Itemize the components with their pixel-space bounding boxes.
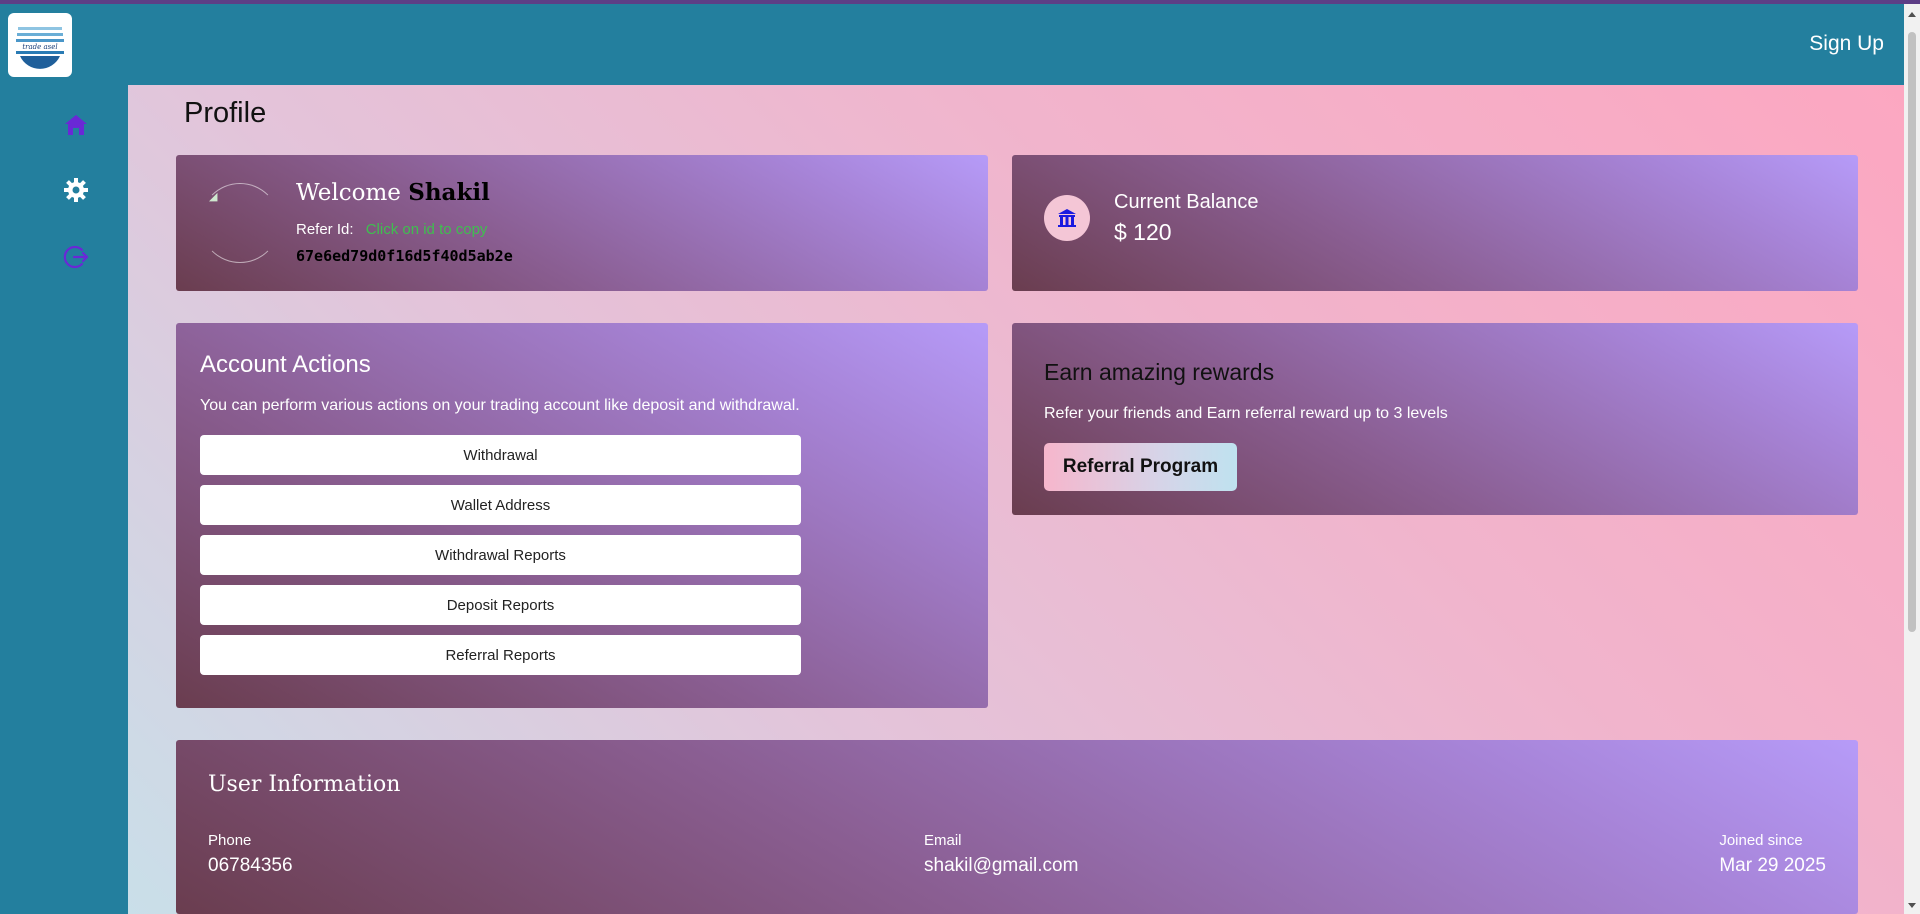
phone-field: Phone 06784356 [208,832,293,877]
page-scrollbar[interactable] [1904,4,1920,914]
refer-id-value[interactable]: 67e6ed79d0f16d5f40d5ab2e [296,247,513,265]
balance-label: Current Balance [1114,191,1259,213]
welcome-card: ◢ Welcome Shakil Refer Id: Click on id t… [176,155,988,291]
email-value: shakil@gmail.com [924,855,1079,876]
joined-value: Mar 29 2025 [1719,855,1826,876]
refer-copy-hint[interactable]: Click on id to copy [366,221,488,238]
rewards-title: Earn amazing rewards [1044,359,1275,385]
email-label: Email [924,832,962,849]
logout-icon [63,245,89,269]
app-logo[interactable]: trade asel [8,13,72,77]
referral-program-button[interactable]: Referral Program [1044,443,1237,491]
account-actions-description: You can perform various actions on your … [200,397,800,414]
phone-value: 06784356 [208,855,293,876]
joined-label: Joined since [1719,832,1803,849]
scroll-down-arrow-icon[interactable] [1908,903,1916,908]
sidebar-item-settings[interactable] [62,176,90,204]
avatar: ◢ [200,183,280,263]
user-information-card: User Information Phone 06784356 Email sh… [176,740,1858,914]
scroll-up-arrow-icon[interactable] [1908,12,1916,17]
logo-text: trade asel [22,43,57,51]
top-header: trade asel Sign Up [0,4,1904,85]
balance-value: $ 120 [1114,219,1172,245]
gear-icon [64,178,88,202]
welcome-user-name: Shakil [408,179,490,206]
refer-row: Refer Id: Click on id to copy [296,221,487,238]
sidebar-item-logout[interactable] [62,243,90,271]
email-field: Email shakil@gmail.com [924,832,1078,877]
home-icon [65,115,87,135]
refer-label: Refer Id: [296,221,354,238]
welcome-greeting: Welcome [296,180,401,206]
main-content: Profile ◢ Welcome Shakil Refer Id: Click… [128,85,1904,914]
user-information-title: User Information [208,772,401,797]
deposit-reports-button[interactable]: Deposit Reports [200,585,801,625]
sidebar [0,85,128,914]
wallet-address-button[interactable]: Wallet Address [200,485,801,525]
scrollbar-thumb[interactable] [1908,32,1916,632]
rewards-card: Earn amazing rewards Refer your friends … [1012,323,1858,515]
account-actions-title: Account Actions [200,351,371,378]
page-title: Profile [184,97,267,129]
joined-field: Joined since Mar 29 2025 [1719,832,1826,877]
rewards-description: Refer your friends and Earn referral rew… [1044,405,1448,422]
welcome-heading: Welcome Shakil [296,179,490,206]
phone-label: Phone [208,832,252,849]
sidebar-item-home[interactable] [62,111,90,139]
broken-image-icon: ◢ [209,191,218,203]
bank-icon-badge [1044,195,1090,241]
account-actions-card: Account Actions You can perform various … [176,323,988,708]
logo-icon: trade asel [16,21,64,69]
sign-up-link[interactable]: Sign Up [1809,32,1884,56]
bank-icon [1058,209,1076,227]
withdrawal-reports-button[interactable]: Withdrawal Reports [200,535,801,575]
balance-card: Current Balance $ 120 [1012,155,1858,291]
withdrawal-button[interactable]: Withdrawal [200,435,801,475]
referral-reports-button[interactable]: Referral Reports [200,635,801,675]
